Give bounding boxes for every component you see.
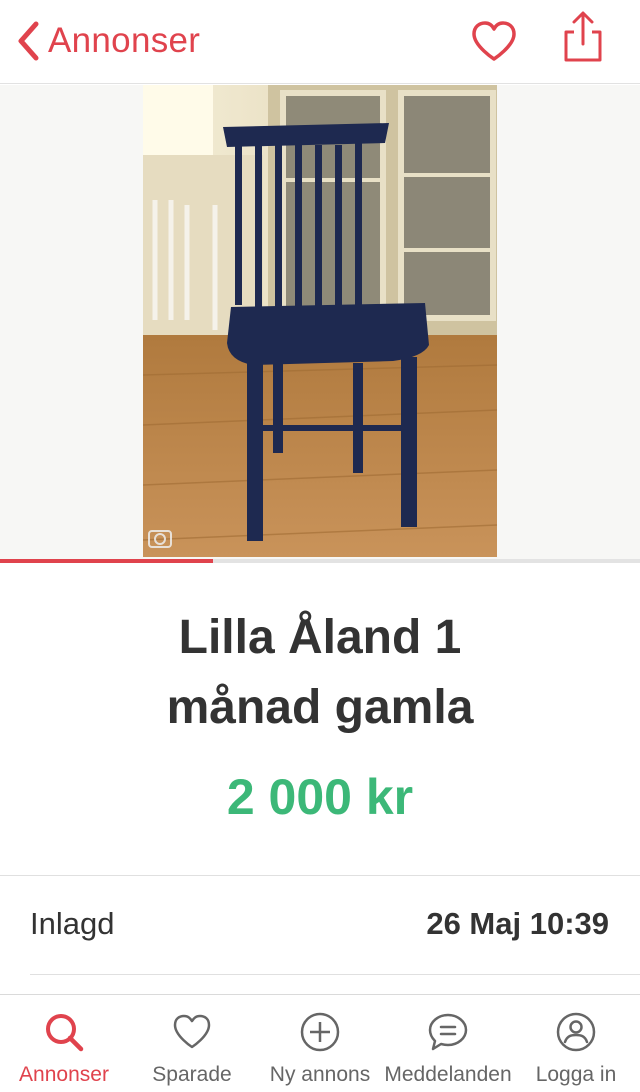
share-icon xyxy=(564,11,602,62)
chair-photo-illustration xyxy=(143,85,497,557)
listing-price: 2 000 kr xyxy=(226,769,414,825)
user-icon xyxy=(556,1012,596,1052)
detail-label: Inlagd xyxy=(30,906,115,941)
tab-label: Logga in xyxy=(535,1063,617,1086)
share-button[interactable] xyxy=(560,10,606,66)
message-icon xyxy=(428,1013,468,1051)
tab-ny-annons[interactable]: Ny annons xyxy=(256,995,384,1092)
back-button[interactable]: Annonser xyxy=(14,18,200,64)
listing-photo[interactable] xyxy=(143,85,497,557)
bottom-tab-bar: Annonser Sparade Ny annons Meddelanden L… xyxy=(0,994,640,1092)
search-icon xyxy=(46,1014,84,1052)
plus-circle-icon xyxy=(300,1012,340,1052)
listing-title: Lilla Åland 1 månad gamla xyxy=(40,603,600,743)
top-navigation-bar: Annonser xyxy=(0,0,640,84)
gallery-progress-bar xyxy=(0,559,640,563)
tab-annonser[interactable]: Annonser xyxy=(0,995,128,1092)
divider xyxy=(30,974,640,975)
tab-meddelanden[interactable]: Meddelanden xyxy=(384,995,512,1092)
tab-label: Ny annons xyxy=(269,1063,371,1086)
tab-logga-in[interactable]: Logga in xyxy=(512,995,640,1092)
tab-label: Annonser xyxy=(19,1063,109,1086)
tab-sparade[interactable]: Sparade xyxy=(128,995,256,1092)
image-gallery[interactable] xyxy=(0,85,640,563)
heart-icon xyxy=(472,21,516,61)
detail-row-posted: Inlagd 26 Maj 10:39 xyxy=(0,876,640,974)
tab-label: Meddelanden xyxy=(384,1063,512,1086)
listing-title-line-2: månad gamla xyxy=(166,681,474,734)
chevron-left-icon xyxy=(18,21,39,61)
tab-label: Sparade xyxy=(152,1063,232,1086)
back-button-label: Annonser xyxy=(48,21,201,60)
gallery-progress-fill xyxy=(0,559,214,563)
listing-title-line-1: Lilla Åland 1 xyxy=(178,611,462,664)
heart-icon xyxy=(173,1014,211,1049)
favorite-button[interactable] xyxy=(470,18,518,66)
detail-value: 26 Maj 10:39 xyxy=(426,906,609,941)
